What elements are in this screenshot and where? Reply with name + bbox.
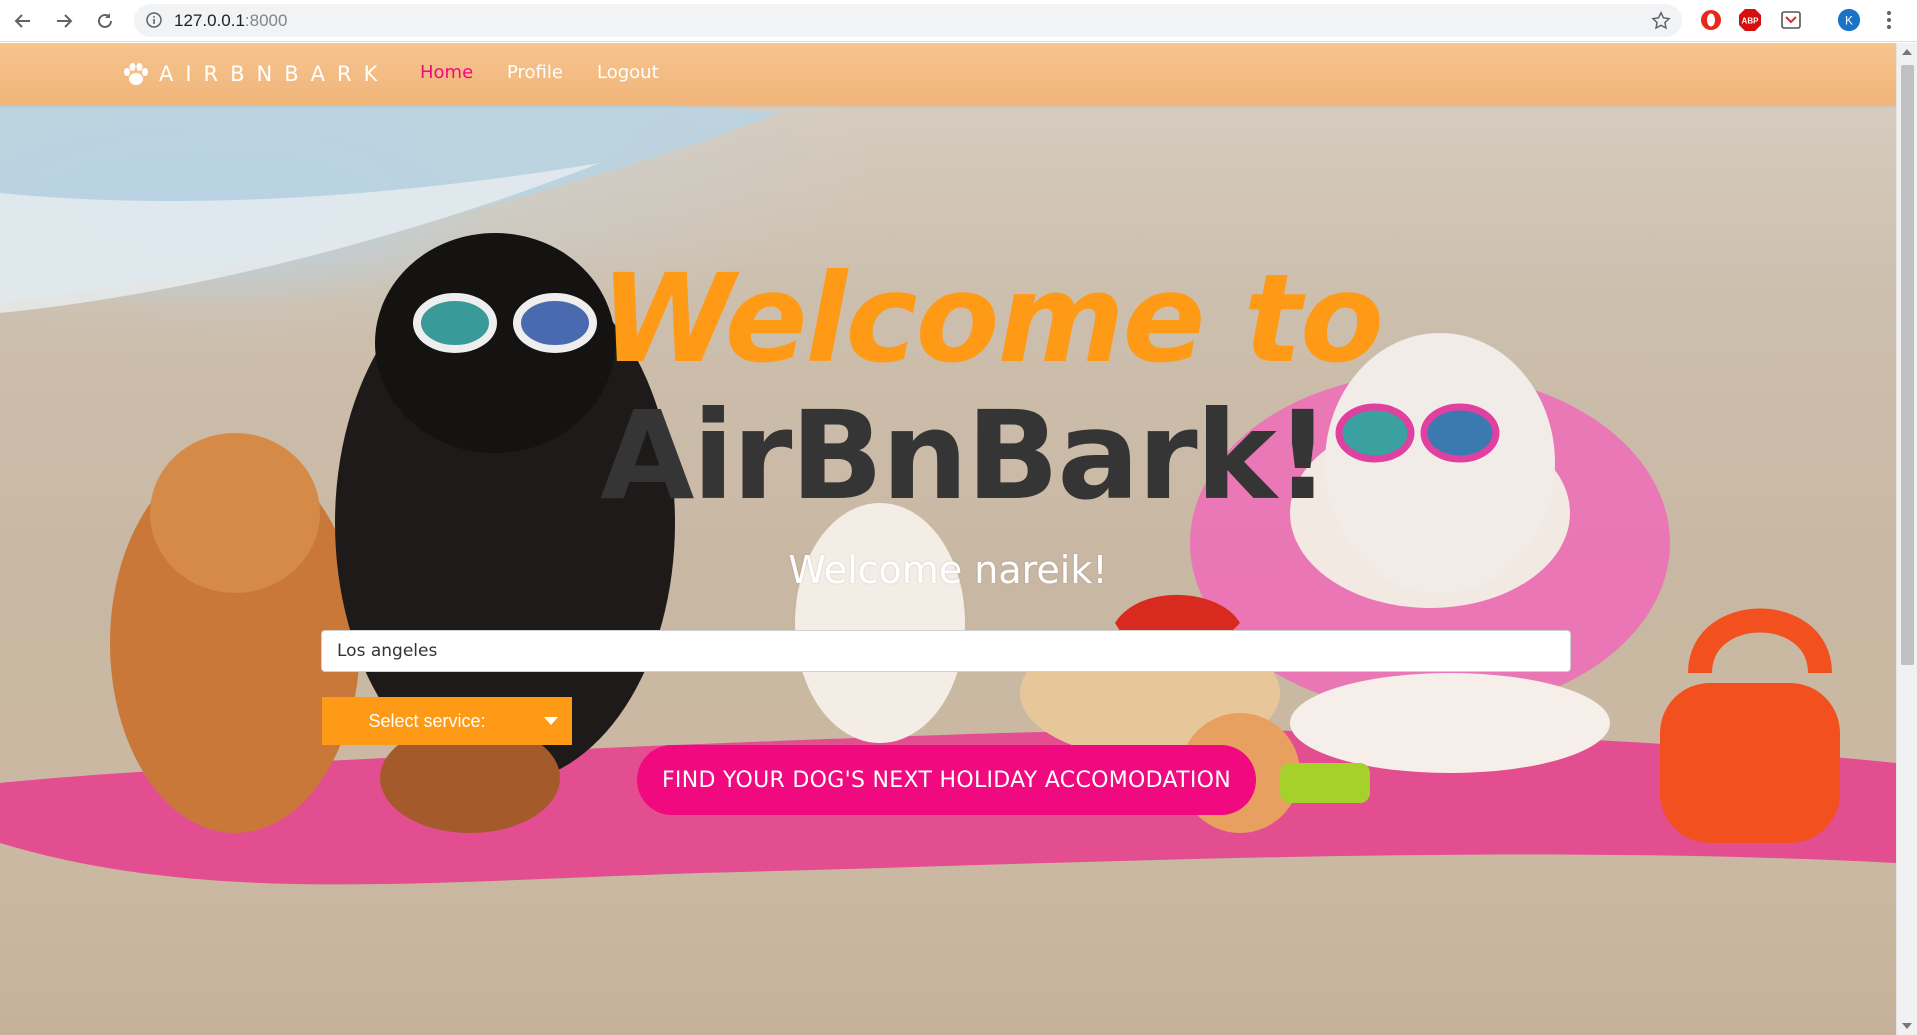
site-navbar: AIRBNBARK Home Profile Logout <box>0 43 1896 105</box>
scroll-up-arrow-icon[interactable] <box>1902 49 1912 55</box>
forward-arrow-icon[interactable] <box>51 8 77 34</box>
url-port: :8000 <box>244 11 288 30</box>
nav-link-logout[interactable]: Logout <box>597 62 659 83</box>
hero-title-welcome: Welcome to <box>600 248 1384 390</box>
page-scrollbar[interactable] <box>1896 43 1917 1035</box>
brand-logo[interactable]: AIRBNBARK <box>123 59 389 89</box>
profile-avatar[interactable]: K <box>1837 8 1861 32</box>
profile-initial: K <box>1845 14 1853 28</box>
hero-background-image <box>0 83 1896 885</box>
hero-title-brand: AirBnBark! <box>600 385 1331 527</box>
scrollbar-thumb[interactable] <box>1901 65 1914 665</box>
paw-icon <box>124 63 148 85</box>
location-input[interactable] <box>321 630 1571 672</box>
abp-label: ABP <box>1742 17 1760 26</box>
service-select-label: Select service: <box>368 710 486 731</box>
reload-icon[interactable] <box>92 8 118 34</box>
service-select[interactable]: Select service: <box>322 697 572 745</box>
opera-icon[interactable] <box>1699 8 1723 32</box>
nav-link-profile[interactable]: Profile <box>507 62 563 83</box>
scroll-down-arrow-icon[interactable] <box>1902 1023 1912 1029</box>
welcome-user-message: Welcome nareik! <box>788 548 1108 592</box>
find-accommodation-button[interactable]: FIND YOUR DOG'S NEXT HOLIDAY ACCOMODATIO… <box>637 745 1256 815</box>
nav-link-home[interactable]: Home <box>420 62 473 83</box>
bookmark-star-icon[interactable] <box>1650 10 1672 32</box>
abp-icon[interactable]: ABP <box>1738 8 1762 32</box>
pocket-icon[interactable] <box>1779 8 1803 32</box>
url-text: 127.0.0.1:8000 <box>174 11 287 31</box>
brand-name: AIRBNBARK <box>159 62 390 86</box>
address-bar[interactable]: 127.0.0.1:8000 <box>134 4 1682 37</box>
kebab-menu-icon[interactable] <box>1877 8 1901 32</box>
info-icon[interactable] <box>146 12 162 28</box>
back-arrow-icon[interactable] <box>10 8 36 34</box>
url-host: 127.0.0.1 <box>174 11 245 30</box>
browser-toolbar: 127.0.0.1:8000 ABP K <box>0 0 1917 42</box>
chevron-down-icon <box>544 717 558 725</box>
page-viewport: AIRBNBARK Home Profile Logout Welcome to… <box>0 43 1896 1035</box>
